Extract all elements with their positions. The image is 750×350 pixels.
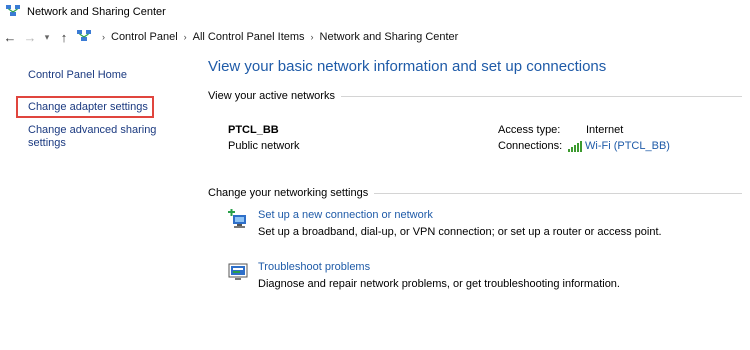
divider <box>340 95 742 97</box>
new-connection-icon <box>228 209 250 231</box>
troubleshoot-description: Diagnose and repair network problems, or… <box>258 278 620 290</box>
forward-arrow-icon[interactable]: → <box>20 30 40 45</box>
main-content: View your basic network information and … <box>208 56 750 350</box>
network-name: PTCL_BB <box>228 124 279 136</box>
access-type-label: Access type: <box>498 124 561 136</box>
change-settings-heading: Change your networking settings <box>208 187 369 199</box>
up-arrow-icon[interactable]: ↑ <box>54 30 74 45</box>
breadcrumb-control-panel[interactable]: Control Panel <box>111 31 178 43</box>
network-type: Public network <box>228 140 300 152</box>
title-bar: Network and Sharing Center <box>0 0 750 24</box>
breadcrumb-network-center[interactable]: Network and Sharing Center <box>320 31 459 43</box>
task-troubleshoot: Troubleshoot problems Diagnose and repai… <box>228 261 748 297</box>
sidebar-item-control-panel-home[interactable]: Control Panel Home <box>28 69 127 82</box>
breadcrumb-separator-icon[interactable]: › <box>184 32 187 42</box>
access-type-value: Internet <box>586 124 624 136</box>
breadcrumb: › Control Panel › All Control Panel Item… <box>96 31 458 43</box>
address-bar: ← → ▾ ↑ › Control Panel › All Control Pa… <box>0 26 750 48</box>
network-center-icon <box>5 4 21 21</box>
active-networks-section: View your active networks <box>208 90 742 102</box>
page-title: View your basic network information and … <box>208 58 607 75</box>
back-arrow-icon[interactable]: ← <box>0 30 20 45</box>
setup-connection-description: Set up a broadband, dial-up, or VPN conn… <box>258 226 662 238</box>
change-settings-section: Change your networking settings <box>208 187 742 199</box>
sidebar-item-change-advanced-sharing[interactable]: Change advanced sharing settings <box>28 124 168 150</box>
sidebar-item-change-adapter-settings[interactable]: Change adapter settings <box>28 101 148 114</box>
troubleshoot-link[interactable]: Troubleshoot problems <box>258 261 370 273</box>
recent-locations-chevron-icon[interactable]: ▾ <box>40 32 54 43</box>
breadcrumb-separator-icon[interactable]: › <box>311 32 314 42</box>
connections-label: Connections: <box>498 140 563 152</box>
sidebar: Control Panel Home Change adapter settin… <box>0 56 180 350</box>
task-new-connection: Set up a new connection or network Set u… <box>228 209 748 245</box>
wifi-connection-link[interactable]: Wi-Fi (PTCL_BB) <box>568 140 670 152</box>
troubleshoot-icon <box>228 261 250 283</box>
breadcrumb-all-items[interactable]: All Control Panel Items <box>193 31 305 43</box>
active-networks-heading: View your active networks <box>208 90 335 102</box>
setup-connection-link[interactable]: Set up a new connection or network <box>258 209 433 221</box>
breadcrumb-separator-icon[interactable]: › <box>102 32 105 42</box>
control-panel-icon <box>76 29 92 46</box>
window-title: Network and Sharing Center <box>27 6 166 18</box>
wifi-connection-label[interactable]: Wi-Fi (PTCL_BB) <box>585 140 670 152</box>
wifi-signal-icon <box>568 140 582 152</box>
divider <box>374 192 742 194</box>
